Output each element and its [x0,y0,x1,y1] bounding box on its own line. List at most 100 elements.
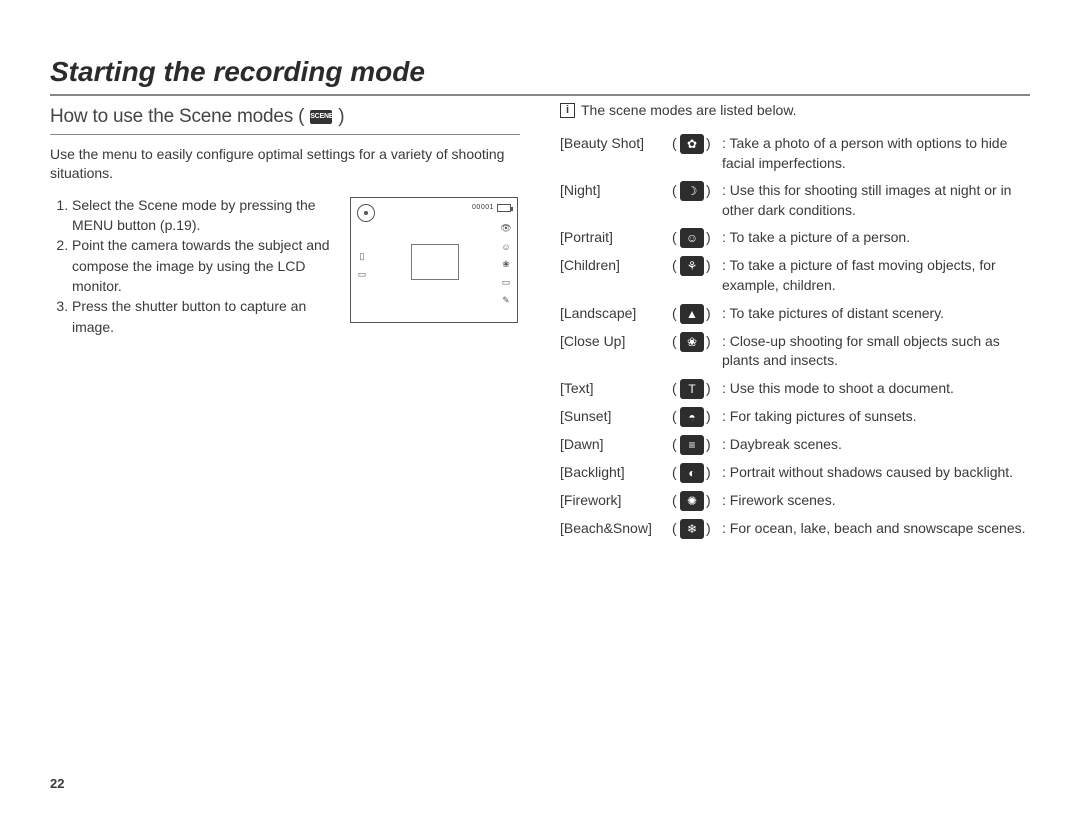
mode-icon: ❀ [680,332,704,352]
mode-row: [Sunset](◓): For taking pictures of suns… [560,407,1030,427]
lcd-illustration: 00001 👁 ☺ ❀ ▭ ✎ ▯ ▭ [350,197,518,323]
manual-page: Starting the recording mode How to use t… [0,0,1080,587]
mode-row: [Firework]( ✺): Firework scenes. [560,491,1030,511]
mode-name: [Dawn] [560,435,672,455]
paren-close: ) [706,491,716,511]
paren-close: ) [706,332,716,352]
paren-close: ) [706,304,716,324]
mode-desc: : Daybreak scenes. [716,435,1030,455]
mode-row: [Beauty Shot](✿): Take a photo of a pers… [560,134,1030,173]
quality-icon: ▭ [501,278,511,288]
mode-icon: ▲ [680,304,704,324]
mode-desc: : Take a photo of a person with options … [716,134,1030,173]
mode-row: [Beach&Snow](❄): For ocean, lake, beach … [560,519,1030,539]
mode-desc: : To take pictures of distant scenery. [716,304,1030,324]
paren-open: ( [672,181,678,201]
drive-icon: ▭ [357,270,367,280]
timer-icon: ☺ [501,242,511,252]
mode-icon: ⚘ [680,256,704,276]
mode-name: [Landscape] [560,304,672,324]
mode-icon: ◐ [680,463,704,483]
paren-close: ) [706,519,716,539]
section-heading-close: ) [338,106,344,128]
scene-badge-icon: SCENE [310,110,332,124]
mode-glyph: ≡ [688,439,695,451]
mode-name: [Firework] [560,491,672,511]
paren-open: ( [672,407,678,427]
intro-text: Use the menu to easily conﬁgure optimal … [50,145,520,183]
mode-glyph: ✿ [687,138,697,150]
mode-icon: T [680,379,704,399]
mode-row: [Text](T): Use this mode to shoot a docu… [560,379,1030,399]
mode-glyph: ✺ [687,495,697,507]
step-item: Point the camera towards the subject and… [72,235,340,296]
mode-glyph: ⚘ [687,260,698,272]
title-rule [50,94,1030,96]
mode-glyph: ❄ [687,523,697,535]
paren-close: ) [706,407,716,427]
mode-row: [Portrait](☺): To take a picture of a pe… [560,228,1030,248]
mode-icon: ✿ [680,134,704,154]
focus-frame-icon [411,244,459,280]
mode-glyph: ▲ [686,308,698,320]
mode-name: [Backlight] [560,463,672,483]
mode-name: [Text] [560,379,672,399]
right-column: i The scene modes are listed below. [Bea… [560,102,1030,547]
paren-close: ) [706,463,716,483]
paren-open: ( [672,256,678,276]
mode-desc: : For ocean, lake, beach and snowscape s… [716,519,1030,539]
mode-desc: : Portrait without shadows caused by bac… [716,463,1030,483]
paren-close: ) [706,228,716,248]
mode-name: [Beauty Shot] [560,134,672,154]
mode-icon: ❄ [680,519,704,539]
mode-icon: ✺ [680,491,704,511]
modes-list-head-text: The scene modes are listed below. [581,102,797,118]
lcd-status-bar: 00001 [472,204,511,212]
section-rule [50,134,520,135]
paren-close: ) [706,435,716,455]
mode-name: [Sunset] [560,407,672,427]
mode-name: [Close Up] [560,332,672,352]
left-column: How to use the Scene modes ( SCENE ) Use… [50,102,520,547]
paren-open: ( [672,491,678,511]
paren-open: ( [672,228,678,248]
paren-open: ( [672,332,678,352]
paren-open: ( [672,379,678,399]
af-icon: ▯ [357,252,367,262]
section-heading: How to use the Scene modes ( SCENE ) [50,106,520,128]
page-number: 22 [50,776,64,791]
mode-desc: : For taking pictures of sunsets. [716,407,1030,427]
steps-list: Select the Scene mode by pressing the ME… [50,195,340,337]
paren-close: ) [706,256,716,276]
mode-icon: ≡ [680,435,704,455]
mode-row: [Backlight](◐): Portrait without shadows… [560,463,1030,483]
page-title: Starting the recording mode [50,56,1030,88]
mode-icon: ☺ [680,228,704,248]
mode-row: [Landscape]( ▲): To take pictures of dist… [560,304,1030,324]
mode-glyph: ☽ [687,185,698,197]
mode-name: [Portrait] [560,228,672,248]
mode-desc: : Close-up shooting for small objects su… [716,332,1030,371]
mode-desc: : To take a picture of fast moving objec… [716,256,1030,295]
battery-icon [497,204,511,212]
paren-close: ) [706,379,716,399]
mode-glyph: T [688,383,695,395]
iso-icon: ✎ [501,296,511,306]
mode-name: [Night] [560,181,672,201]
macro-icon: ❀ [501,260,511,270]
paren-close: ) [706,181,716,201]
paren-close: ) [706,134,716,154]
mode-row: [Night]( ☽): Use this for shooting still … [560,181,1030,220]
mode-icon: ◓ [680,407,704,427]
paren-open: ( [672,304,678,324]
modes-list: [Beauty Shot](✿): Take a photo of a pers… [560,134,1030,539]
mode-row: [Children](⚘): To take a picture of fast… [560,256,1030,295]
mode-desc: : To take a picture of a person. [716,228,1030,248]
mode-glyph: ◐ [688,467,695,479]
mode-desc: : Use this for shooting still images at … [716,181,1030,220]
mode-icon: ☽ [680,181,704,201]
mode-desc: : Firework scenes. [716,491,1030,511]
info-icon: i [560,103,575,118]
step-item: Press the shutter button to capture an i… [72,296,340,337]
modes-list-head: i The scene modes are listed below. [560,102,1030,118]
